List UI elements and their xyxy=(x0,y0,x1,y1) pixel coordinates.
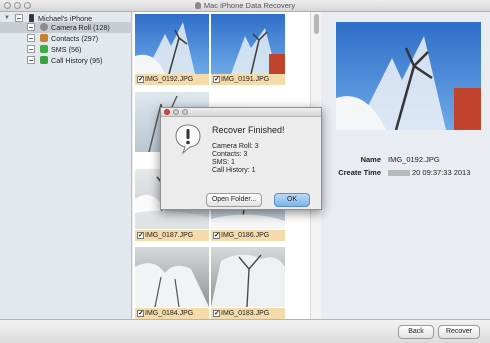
photo-caption[interactable]: ✓ IMG_0187.JPG xyxy=(135,230,209,241)
window-title: Mac iPhone Data Recovery xyxy=(0,1,490,10)
sidebar-item-label: Call History (95) xyxy=(51,56,103,65)
camera-roll-icon xyxy=(40,23,48,31)
photo-thumbnail[interactable] xyxy=(211,14,285,74)
ok-button[interactable]: OK xyxy=(274,193,310,207)
create-time-value: 20 09:37:33 2013 xyxy=(388,168,470,177)
recover-button[interactable]: Recover xyxy=(438,325,480,339)
call-history-checkbox[interactable] xyxy=(27,56,35,64)
bottom-toolbar: Back Recover xyxy=(0,319,490,343)
summary-contacts: Contacts: 3 xyxy=(212,151,248,158)
sidebar-item-sms[interactable]: SMS (56) xyxy=(0,44,132,55)
back-button[interactable]: Back xyxy=(398,325,434,339)
sms-checkbox[interactable] xyxy=(27,45,35,53)
contacts-icon xyxy=(40,34,48,42)
sms-icon xyxy=(40,45,48,53)
device-checkbox[interactable] xyxy=(15,14,23,22)
photo-checkbox[interactable]: ✓ xyxy=(137,232,144,239)
alert-speech-bubble-icon xyxy=(175,124,201,155)
dialog-title-bar xyxy=(161,108,321,117)
summary-sms: SMS: 1 xyxy=(212,159,235,166)
redacted-date xyxy=(388,170,410,176)
name-label: Name xyxy=(360,155,381,164)
photo-thumbnail[interactable] xyxy=(211,247,285,307)
photo-checkbox[interactable]: ✓ xyxy=(213,76,220,83)
photo-caption[interactable]: ✓ IMG_0183.JPG xyxy=(211,308,285,319)
summary-camera-roll: Camera Roll: 3 xyxy=(212,143,259,150)
title-bar: Mac iPhone Data Recovery xyxy=(0,0,490,12)
camera-roll-checkbox[interactable] xyxy=(27,23,35,31)
sidebar-item-label: Camera Roll (128) xyxy=(51,23,110,32)
dialog-zoom-button[interactable] xyxy=(182,109,188,115)
photo-checkbox[interactable]: ✓ xyxy=(213,232,220,239)
app-logo-icon xyxy=(194,2,201,9)
photo-thumbnail[interactable] xyxy=(135,247,209,307)
photo-checkbox[interactable]: ✓ xyxy=(137,76,144,83)
name-value: IMG_0192.JPG xyxy=(388,155,440,164)
contacts-checkbox[interactable] xyxy=(27,34,35,42)
sidebar: ▼ Michael's iPhone Camera Roll (128) Con… xyxy=(0,12,132,319)
photo-caption[interactable]: ✓ IMG_0186.JPG xyxy=(211,230,285,241)
photo-checkbox[interactable]: ✓ xyxy=(137,310,144,317)
summary-call-history: Call History: 1 xyxy=(212,167,256,174)
recover-finished-dialog: Recover Finished! Camera Roll: 3 Contact… xyxy=(160,107,322,210)
dialog-minimize-button[interactable] xyxy=(173,109,179,115)
create-time-label: Create Time xyxy=(338,168,381,177)
sidebar-item-call-history[interactable]: Call History (95) xyxy=(0,55,132,66)
open-folder-button[interactable]: Open Folder... xyxy=(206,193,262,207)
photo-caption[interactable]: ✓ IMG_0191.JPG xyxy=(211,74,285,85)
scrollbar-thumb[interactable] xyxy=(314,14,319,34)
preview-panel: Name IMG_0192.JPG Create Time 20 09:37:3… xyxy=(321,12,490,319)
photo-caption[interactable]: ✓ IMG_0192.JPG xyxy=(135,74,209,85)
sidebar-item-camera-roll[interactable]: Camera Roll (128) xyxy=(0,22,132,33)
dialog-close-button[interactable] xyxy=(164,109,170,115)
preview-image xyxy=(336,22,481,130)
sidebar-item-label: Contacts (297) xyxy=(51,34,99,43)
dialog-title: Recover Finished! xyxy=(212,125,285,135)
sidebar-item-label: SMS (56) xyxy=(51,45,82,54)
photo-checkbox[interactable]: ✓ xyxy=(213,310,220,317)
sidebar-item-contacts[interactable]: Contacts (297) xyxy=(0,33,132,44)
photo-thumbnail[interactable] xyxy=(135,14,209,74)
photo-caption[interactable]: ✓ IMG_0184.JPG xyxy=(135,308,209,319)
call-history-icon xyxy=(40,56,48,64)
